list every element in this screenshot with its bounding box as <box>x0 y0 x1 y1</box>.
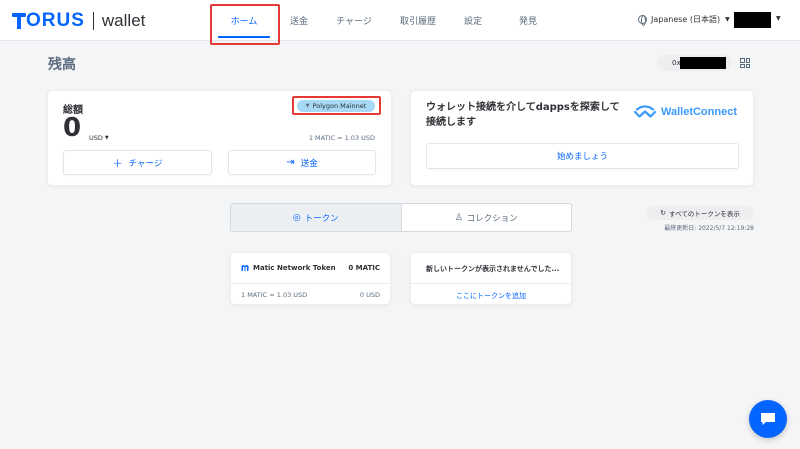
add-token-title: 新しいトークンが表示されませんでした... <box>426 265 560 273</box>
logo-brand-text: ORUS <box>26 10 85 31</box>
globe-icon <box>638 15 647 26</box>
chevron-down-icon: ▼ <box>104 135 109 141</box>
exchange-rate: 1 MATIC = 1.03 USD <box>308 134 375 142</box>
refresh-icon: ↻ <box>660 209 667 217</box>
torus-t-icon <box>12 12 26 30</box>
nav-topup[interactable]: チャージ <box>318 0 390 41</box>
currency-label: USD <box>89 134 103 142</box>
network-badge[interactable]: ▼ Polygon Mainnet <box>297 100 375 112</box>
chat-bubble-icon <box>761 413 775 425</box>
support-chat-button[interactable] <box>749 400 787 438</box>
show-all-tokens-label: すべてのトークンを表示 <box>669 210 740 218</box>
main-nav: ホーム 送金 チャージ 取引履歴 設定 発見 <box>208 0 556 41</box>
top-header: ORUS wallet ホーム 送金 チャージ 取引履歴 設定 発見 Japan… <box>0 0 800 41</box>
send-arrow-icon: ⇥ <box>286 157 295 168</box>
tab-tokens[interactable]: ◎ トークン <box>231 204 402 231</box>
token-name-label: Matic Network Token <box>253 264 336 272</box>
logo-brand: ORUS <box>12 10 85 32</box>
tab-collectibles[interactable]: ♙ コレクション <box>402 204 572 231</box>
nav-home[interactable]: ホーム <box>208 0 280 41</box>
walletconnect-logo-text: WalletConnect <box>661 106 737 118</box>
network-label: Polygon Mainnet <box>312 102 367 110</box>
token-usd-value: 0 USD <box>359 291 380 299</box>
chevron-down-icon: ▼ <box>305 103 310 109</box>
add-token-link[interactable]: ここにトークンを追加 <box>411 291 571 301</box>
send-label: 送金 <box>300 158 318 169</box>
user-menu-redacted[interactable] <box>734 12 771 28</box>
token-icon: ◎ <box>292 212 301 223</box>
chevron-down-icon: ▼ <box>725 16 730 23</box>
nav-discover[interactable]: 発見 <box>500 0 556 41</box>
nav-settings[interactable]: 設定 <box>446 0 500 41</box>
walletconnect-description: ウォレット接続を介してdappsを探索して接続します <box>426 102 620 128</box>
token-rate: 1 MATIC = 1.03 USD <box>241 291 308 299</box>
language-selector[interactable]: Japanese (日本語) ▼ <box>638 14 730 26</box>
balance-value: 0 <box>63 113 82 143</box>
nav-activity[interactable]: 取引履歴 <box>390 0 446 41</box>
page-title: 残高 <box>48 57 76 73</box>
send-button[interactable]: ⇥ 送金 <box>228 150 376 175</box>
add-token-card: 新しいトークンが表示されませんでした... ここにトークンを追加 <box>410 252 572 305</box>
qr-code-icon[interactable] <box>740 58 750 68</box>
torus-logo[interactable]: ORUS wallet <box>12 10 145 32</box>
divider <box>411 283 571 284</box>
get-started-button[interactable]: 始めましょう <box>426 143 739 169</box>
logo-product: wallet <box>101 11 146 30</box>
collectible-icon: ♙ <box>454 212 463 223</box>
divider <box>231 283 390 284</box>
balance-card: 総額 ▼ Polygon Mainnet 0 USD ▼ 1 MATIC = 1… <box>47 90 392 186</box>
matic-icon <box>241 264 249 272</box>
tab-collectibles-label: コレクション <box>466 213 518 224</box>
walletconnect-card: ウォレット接続を介してdappsを探索して接続します WalletConnect… <box>410 90 754 186</box>
walletconnect-icon <box>633 105 657 118</box>
chevron-down-icon[interactable]: ▼ <box>776 15 781 22</box>
last-updated: 最終更新日: 2022/5/7 12:19:28 <box>664 225 754 232</box>
topup-label: チャージ <box>128 158 163 169</box>
nav-send[interactable]: 送金 <box>280 0 318 41</box>
address-redacted <box>680 57 726 69</box>
tab-tokens-label: トークン <box>304 213 339 224</box>
token-card-matic[interactable]: Matic Network Token 0 MATIC 1 MATIC = 1.… <box>230 252 391 305</box>
show-all-tokens-button[interactable]: ↻ すべてのトークンを表示 <box>647 206 753 220</box>
token-amount: 0 MATIC <box>348 264 380 272</box>
token-name: Matic Network Token <box>241 264 336 272</box>
asset-tabs: ◎ トークン ♙ コレクション <box>230 203 572 232</box>
logo-divider <box>92 12 94 30</box>
topup-button[interactable]: ＋ チャージ <box>63 150 212 175</box>
currency-selector[interactable]: USD ▼ <box>89 134 109 142</box>
walletconnect-logo: WalletConnect <box>633 105 737 119</box>
language-label: Japanese (日本語) <box>651 15 721 24</box>
plus-icon: ＋ <box>112 159 123 170</box>
